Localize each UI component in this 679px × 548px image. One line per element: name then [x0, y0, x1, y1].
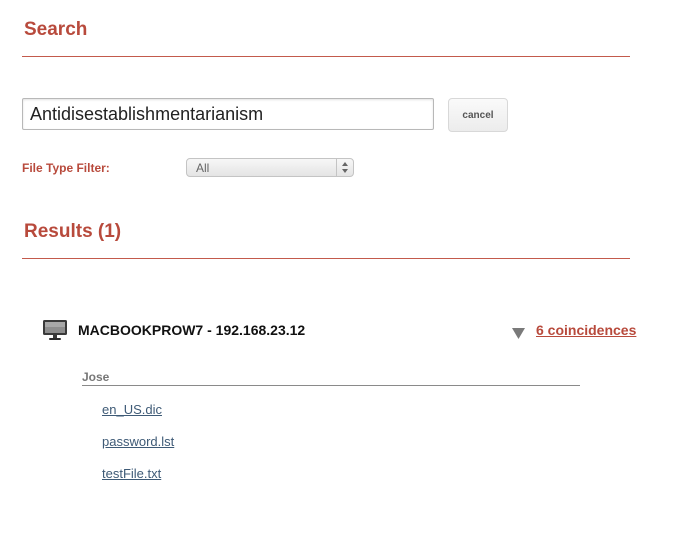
file-type-filter-label: File Type Filter: — [22, 161, 110, 175]
search-heading: Search — [24, 19, 88, 40]
file-link-testfile-txt[interactable]: testFile.txt — [102, 466, 161, 481]
results-heading-divider — [22, 258, 630, 259]
user-name: Jose — [82, 370, 110, 384]
host-name: MACBOOKPROW7 - 192.168.23.12 — [78, 322, 306, 338]
file-link-password-lst[interactable]: password.lst — [102, 434, 174, 449]
cancel-button[interactable]: cancel — [448, 98, 508, 132]
search-heading-divider — [22, 56, 630, 57]
coincidences-link[interactable]: 6 coincidences — [536, 322, 636, 338]
search-page: Search cancel File Type Filter: All Resu… — [0, 0, 679, 548]
user-divider — [82, 385, 580, 386]
file-link-en-us-dic[interactable]: en_US.dic — [102, 402, 162, 417]
up-down-arrows-icon — [336, 159, 353, 176]
file-type-filter-value: All — [196, 161, 210, 175]
computer-icon — [42, 319, 68, 346]
results-heading: Results (1) — [24, 221, 122, 242]
triangle-down-icon[interactable] — [512, 326, 525, 344]
search-input[interactable] — [22, 98, 434, 130]
file-type-filter-select[interactable]: All — [186, 158, 354, 177]
host-row: MACBOOKPROW7 - 192.168.23.12 6 coinciden… — [42, 318, 642, 342]
